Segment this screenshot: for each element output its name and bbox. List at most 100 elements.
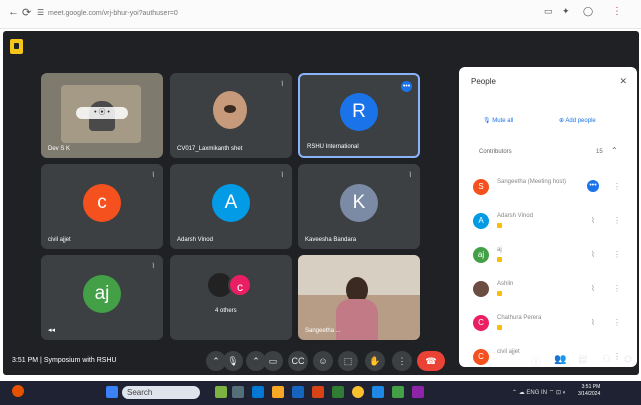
profile-icon[interactable]: ◯ — [583, 6, 593, 17]
more-options-icon[interactable]: ⋮ — [613, 318, 621, 327]
chrome-icon[interactable] — [352, 386, 364, 398]
more-options-icon[interactable]: ⋮ — [613, 284, 621, 293]
eye-shape — [224, 105, 236, 113]
end-call-button[interactable]: ☎ — [417, 351, 445, 371]
back-icon[interactable]: ← — [8, 6, 19, 18]
meeting-details-icon[interactable]: ⓘ — [531, 354, 541, 369]
participant-avatar: S — [473, 179, 489, 195]
more-options-icon[interactable]: ⋮ — [613, 250, 621, 259]
contributors-count: 15 — [596, 149, 603, 155]
participant-name: civil ajjet — [48, 237, 71, 243]
chevron-up-icon[interactable]: ⌃ — [611, 146, 618, 155]
app-icon[interactable] — [215, 386, 227, 398]
people-icon[interactable]: 👥 — [554, 354, 566, 365]
participant-photo-avatar — [473, 281, 489, 297]
app-icon[interactable] — [392, 386, 404, 398]
participant-tile[interactable]: aj ⌇ ◂◂ — [41, 255, 163, 340]
host-badge-icon — [497, 257, 502, 262]
reactions-button[interactable]: ☺ — [313, 351, 333, 371]
mic-off-icon: ⌇ — [151, 172, 155, 179]
participant-avatar: C — [473, 315, 489, 331]
participant-name: RSHU International — [307, 144, 359, 150]
participant-row[interactable]: C Chathura Perera ⌇ ⋮ — [473, 313, 633, 337]
participant-tile-video[interactable]: ⌇ CV017_Laxmikanth shet — [170, 73, 292, 158]
mic-off-icon[interactable]: ⌇ — [591, 318, 595, 327]
participant-name: Adarsh Vinod — [497, 213, 533, 219]
person-body — [336, 299, 378, 340]
participant-name: Chathura Perera — [497, 315, 542, 321]
participant-name: CV017_Laxmikanth shet — [177, 146, 243, 152]
participant-tile[interactable]: K ⌇ Kaveesha Bandara — [298, 164, 420, 249]
mic-off-icon[interactable]: ⌇ — [591, 250, 595, 259]
more-options-button[interactable]: ⋮ — [392, 351, 412, 371]
mic-off-icon: ⌇ — [280, 172, 284, 179]
participant-avatar: A — [473, 213, 489, 229]
reload-icon[interactable]: ⟳ — [22, 6, 31, 19]
participant-row[interactable]: S Sangeetha (Meeting host) ••• ⋮ — [473, 177, 633, 201]
participant-tile-others[interactable]: c 4 others — [170, 255, 292, 340]
edge-icon[interactable] — [252, 386, 264, 398]
chat-icon[interactable]: ▤ — [578, 354, 587, 365]
office-icon[interactable] — [312, 386, 324, 398]
menu-icon[interactable]: ⋮ — [612, 6, 622, 17]
participant-row[interactable]: aj aj ⌇ ⋮ — [473, 245, 633, 269]
participant-avatar: K — [340, 184, 378, 222]
taskbar-search[interactable]: Search — [122, 386, 200, 399]
mute-all-button[interactable]: 🎙 Mute all — [483, 117, 513, 124]
extensions-icon[interactable]: ✦ — [562, 6, 570, 17]
host-controls-icon[interactable]: ⛭ — [624, 354, 632, 365]
taskbar-clock[interactable]: 3:51 PM 3/14/2024 — [578, 384, 600, 398]
host-badge-icon — [497, 291, 502, 296]
mic-icon: 🎙 — [483, 118, 493, 124]
speaking-indicator-icon: ••• — [587, 180, 599, 192]
system-tray[interactable]: ⌃ ☁ ENG IN ⌔ ⊡ ◐ — [512, 388, 566, 396]
participant-tile[interactable]: A ⌇ Adarsh Vinod — [170, 164, 292, 249]
weather-widget-icon[interactable] — [12, 385, 24, 397]
participant-name: Ashlin — [497, 281, 514, 287]
participant-tile-active[interactable]: R ••• RSHU International — [298, 73, 420, 158]
file-explorer-icon[interactable] — [272, 386, 284, 398]
participant-avatar: R — [340, 93, 378, 131]
mic-off-icon[interactable]: ⌇ — [591, 216, 595, 225]
participant-name: Dev S K — [48, 146, 71, 152]
site-info-icon[interactable]: ☰ — [37, 8, 44, 17]
meet-window: • ⦿ • Dev S K ⌇ CV017_Laxmikanth shet R … — [3, 31, 639, 375]
meeting-title: Symposium with RSHU — [43, 357, 117, 364]
language-indicator: ENG IN — [526, 390, 548, 396]
cast-icon[interactable]: ▭ — [544, 6, 553, 17]
people-panel-title: People — [471, 77, 496, 86]
participant-avatar: c — [83, 184, 121, 222]
mic-off-icon[interactable]: ⌇ — [591, 284, 595, 293]
close-icon[interactable]: ✕ — [619, 76, 627, 87]
store-icon[interactable] — [292, 386, 304, 398]
participant-row[interactable]: Ashlin ⌇ ⋮ — [473, 279, 633, 303]
task-view-icon[interactable] — [232, 386, 244, 398]
participant-name: Kaveesha Bandara — [305, 237, 357, 243]
others-label: 4 others — [215, 308, 237, 314]
participant-tile-video[interactable]: • ⦿ • Dev S K — [41, 73, 163, 158]
participant-row[interactable]: A Adarsh Vinod ⌇ ⋮ — [473, 211, 633, 235]
participant-tile[interactable]: c ⌇ civil ajjet — [41, 164, 163, 249]
more-options-icon[interactable]: ⋮ — [613, 182, 621, 191]
camera-button[interactable]: ▭ — [263, 351, 283, 371]
raise-hand-button[interactable]: ✋ — [365, 351, 385, 371]
captions-button[interactable]: CC — [288, 351, 308, 371]
activities-icon[interactable]: ⚇ — [602, 354, 611, 365]
present-button[interactable]: ⬚ — [338, 351, 358, 371]
participant-name: Sangeetha (Meeting host) — [497, 179, 567, 185]
meet-logo-icon — [10, 39, 23, 54]
more-options-icon[interactable]: ⋮ — [613, 216, 621, 225]
participant-avatar: aj — [473, 247, 489, 263]
app-icon[interactable] — [412, 386, 424, 398]
tile-controls[interactable]: • ⦿ • — [76, 107, 128, 119]
participant-avatar: aj — [83, 275, 121, 313]
app-icon[interactable] — [332, 386, 344, 398]
meeting-info: 3:51 PM | Symposium with RSHU — [12, 357, 117, 364]
add-people-button[interactable]: ⊕ Add people — [559, 117, 596, 124]
address-bar[interactable]: meet.google.com/vrj-bhur-yoi?authuser=0 — [48, 7, 428, 21]
mic-button[interactable]: 🎙 — [223, 351, 243, 371]
participant-tile-video[interactable]: Sangeetha ... — [298, 255, 420, 340]
start-button-icon[interactable] — [106, 386, 118, 398]
meeting-control-bar: 3:51 PM | Symposium with RSHU ⌃ 🎙 ⌃ ▭ CC… — [3, 349, 639, 375]
word-icon[interactable] — [372, 386, 384, 398]
